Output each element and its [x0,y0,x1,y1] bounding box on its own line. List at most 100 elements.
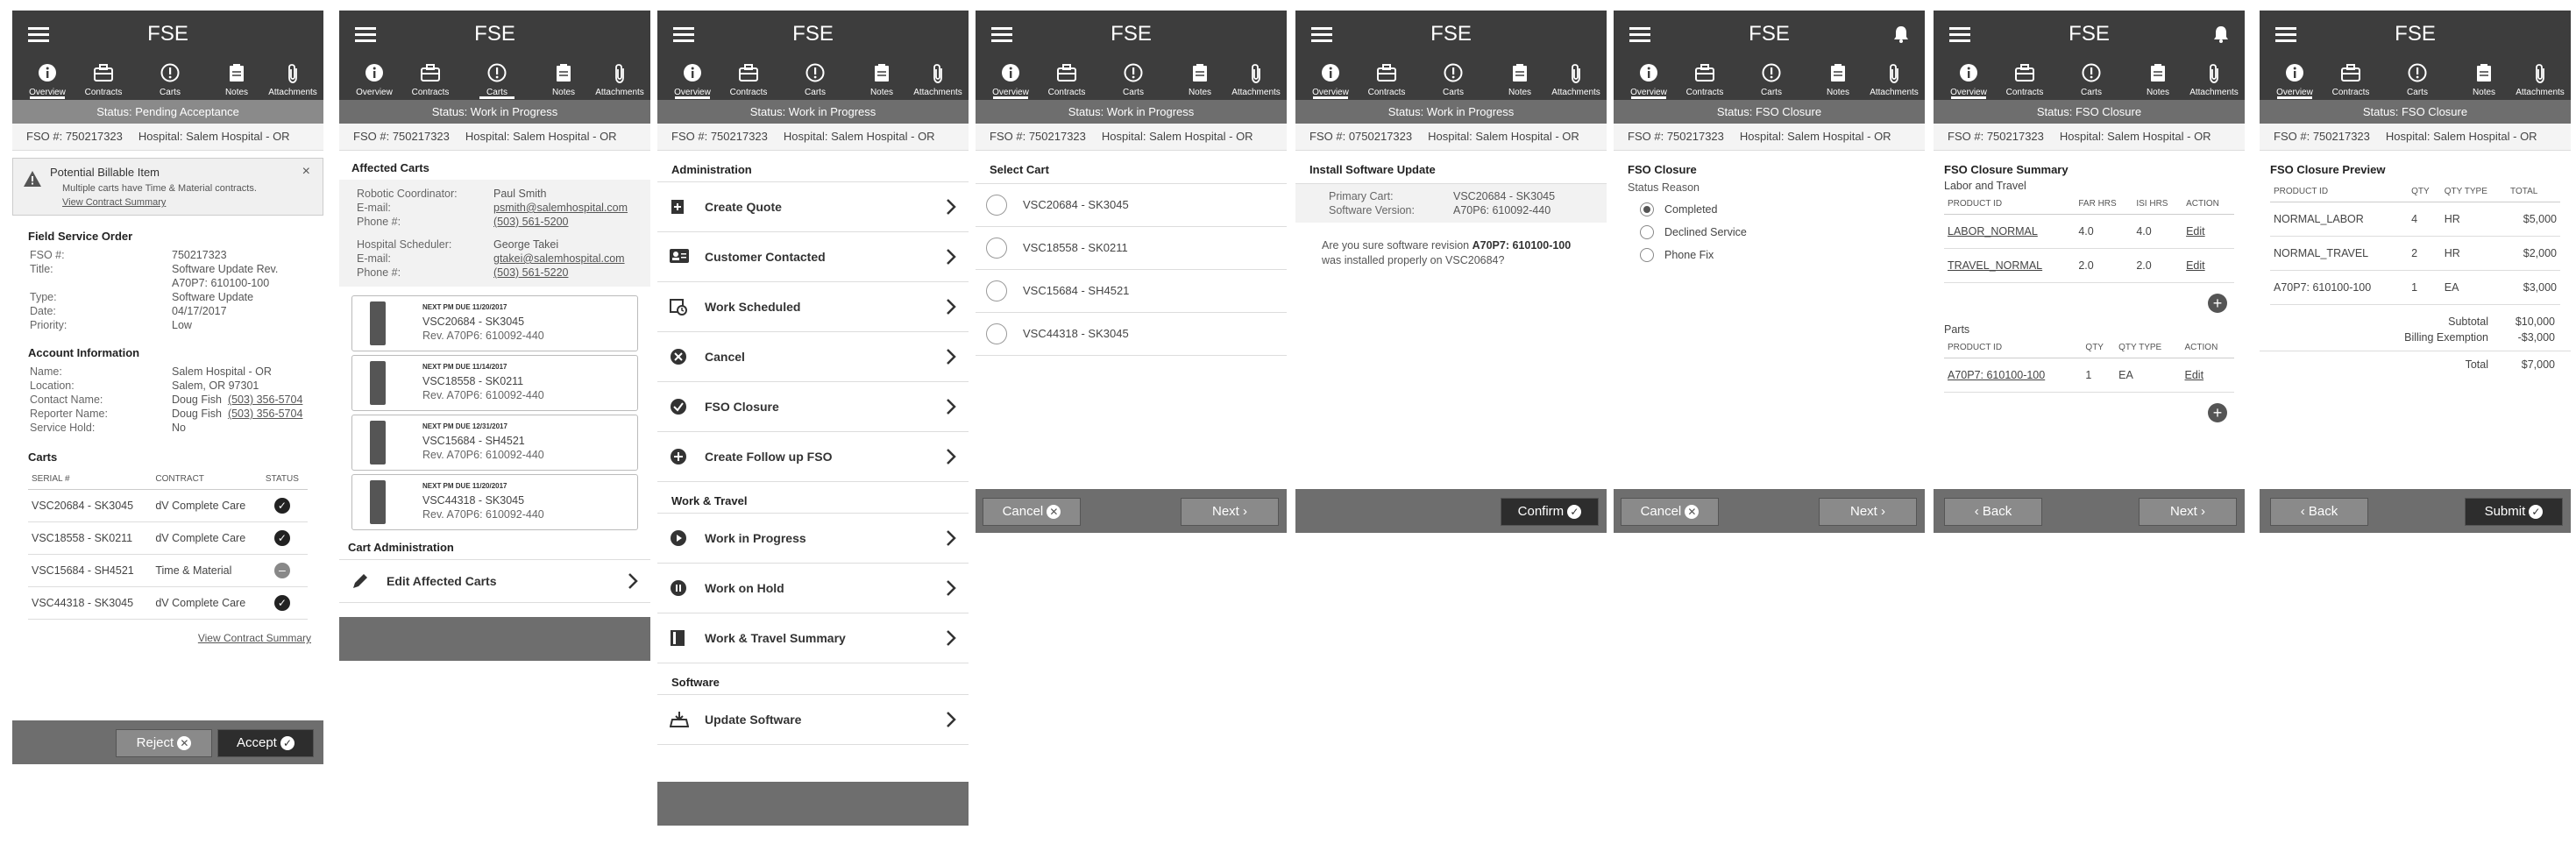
tab-notes[interactable]: Notes [210,58,263,97]
radio-button[interactable] [986,323,1007,344]
edit-link[interactable]: Edit [2182,248,2234,283]
table-row[interactable]: VSC15684 - SH4521 Time & Material – [28,554,308,587]
cancel-button[interactable]: Cancel ✕ [983,498,1081,526]
radio-button[interactable] [986,280,1007,301]
menu-item-work-scheduled[interactable]: Work Scheduled [657,282,969,332]
tab-attachments[interactable]: Attachments [593,58,646,97]
product-id-link[interactable]: TRAVEL_NORMAL [1944,248,2076,283]
tab-attachments[interactable]: Attachments [912,58,964,97]
next-button[interactable]: Next › [1181,498,1279,526]
tab-overview[interactable]: Overview [1622,58,1675,99]
tab-carts[interactable]: Carts [2391,58,2444,97]
cart-card[interactable]: NEXT PM DUE 12/31/2017 VSC15684 - SH4521 R… [351,415,638,471]
back-button[interactable]: ‹ Back [2270,498,2368,526]
close-icon[interactable]: × [302,164,310,180]
tab-attachments[interactable]: Attachments [266,58,319,97]
menu-item-create-quote[interactable]: Create Quote [657,182,969,232]
accept-button[interactable]: Accept ✓ [217,729,314,757]
tab-overview[interactable]: Overview [666,58,719,99]
radio-button[interactable] [1640,202,1654,216]
add-labor-button[interactable]: + [2208,294,2227,313]
scheduler-email-link[interactable]: gtakei@salemhospital.com [493,252,625,265]
add-part-button[interactable]: + [2208,403,2227,422]
tab-contracts[interactable]: Contracts [722,58,775,97]
tab-overview[interactable]: Overview [1304,58,1357,99]
product-id-link[interactable]: A70P7: 610100-100 [1944,358,2083,393]
cancel-button[interactable]: Cancel ✕ [1621,498,1719,526]
table-row[interactable]: VSC18558 - SK0211 dV Complete Care ✓ [28,521,308,555]
scheduler-phone-link[interactable]: (503) 561-5220 [493,266,568,279]
tab-carts[interactable]: Carts [1745,58,1798,97]
tab-contracts[interactable]: Contracts [1678,58,1731,97]
tab-overview[interactable]: Overview [21,58,74,99]
tab-carts[interactable]: Carts [471,58,523,99]
alert-contract-link[interactable]: View Contract Summary [62,197,166,208]
edit-affected-carts-row[interactable]: Edit Affected Carts [339,559,650,603]
table-row[interactable]: VSC44318 - SK3045 dV Complete Care ✓ [28,586,308,620]
coordinator-phone-link[interactable]: (503) 561-5200 [493,216,568,228]
edit-link[interactable]: Edit [2182,214,2234,249]
tab-carts[interactable]: Carts [144,58,196,97]
menu-item-customer-contacted[interactable]: Customer Contacted [657,232,969,282]
tab-notes[interactable]: Notes [1494,58,1546,97]
reporter-phone-link[interactable]: (503) 356-5704 [228,408,302,420]
next-button[interactable]: Next › [1819,498,1917,526]
next-button[interactable]: Next › [2139,498,2237,526]
confirm-button[interactable]: Confirm ✓ [1501,498,1599,526]
tab-notes[interactable]: Notes [855,58,908,97]
cart-option[interactable]: VSC15684 - SH4521 [976,270,1287,313]
tab-carts[interactable]: Carts [1427,58,1480,97]
tab-notes[interactable]: Notes [537,58,590,97]
tab-carts[interactable]: Carts [789,58,841,97]
menu-item-update-software[interactable]: Update Software [657,695,969,745]
tab-carts[interactable]: Carts [2065,58,2118,97]
tab-notes[interactable]: Notes [1174,58,1226,97]
tab-contracts[interactable]: Contracts [404,58,457,97]
status-reason-option[interactable]: Declined Service [1614,222,1925,245]
tab-attachments[interactable]: Attachments [2514,58,2566,97]
tab-contracts[interactable]: Contracts [2324,58,2377,97]
reject-button[interactable]: Reject ✕ [116,729,212,757]
tab-notes[interactable]: Notes [2132,58,2184,97]
cart-option[interactable]: VSC20684 - SK3045 [976,184,1287,227]
tab-contracts[interactable]: Contracts [1360,58,1413,97]
cart-card[interactable]: NEXT PM DUE 11/20/2017 VSC44318 - SK3045 R… [351,474,638,530]
back-button[interactable]: ‹ Back [1944,498,2042,526]
tab-overview[interactable]: Overview [984,58,1037,99]
status-reason-option[interactable]: Phone Fix [1614,245,1925,267]
tab-attachments[interactable]: Attachments [1550,58,1602,97]
tab-contracts[interactable]: Contracts [1040,58,1093,97]
tab-notes[interactable]: Notes [1812,58,1864,97]
radio-button[interactable] [1640,225,1654,239]
tab-overview[interactable]: Overview [2268,58,2321,99]
menu-item-work-travel-summary[interactable]: Work & Travel Summary [657,613,969,663]
radio-button[interactable] [1640,248,1654,262]
bell-icon[interactable] [2213,25,2229,43]
tab-attachments[interactable]: Attachments [1230,58,1282,97]
table-row[interactable]: VSC20684 - SK3045 dV Complete Care ✓ [28,489,308,522]
cart-option[interactable]: VSC44318 - SK3045 [976,313,1287,356]
menu-item-work-in-progress[interactable]: Work in Progress [657,514,969,564]
cart-card[interactable]: NEXT PM DUE 11/14/2017 VSC18558 - SK0211 R… [351,355,638,411]
status-reason-option[interactable]: Completed [1614,199,1925,222]
tab-attachments[interactable]: Attachments [1868,58,1920,97]
menu-item-fso-closure[interactable]: FSO Closure [657,382,969,432]
menu-item-create-follow-up-fso[interactable]: Create Follow up FSO [657,432,969,482]
contract-summary-link[interactable]: View Contract Summary [12,620,323,644]
edit-link[interactable]: Edit [2181,358,2234,393]
tab-overview[interactable]: Overview [1942,58,1995,99]
bell-icon[interactable] [1893,25,1909,43]
tab-carts[interactable]: Carts [1107,58,1160,97]
tab-notes[interactable]: Notes [2458,58,2510,97]
tab-attachments[interactable]: Attachments [2188,58,2240,97]
product-id-link[interactable]: LABOR_NORMAL [1944,214,2076,249]
tab-contracts[interactable]: Contracts [1998,58,2051,97]
tab-overview[interactable]: Overview [348,58,401,97]
cart-option[interactable]: VSC18558 - SK0211 [976,227,1287,270]
radio-button[interactable] [986,238,1007,259]
tab-contracts[interactable]: Contracts [77,58,130,97]
cart-card[interactable]: NEXT PM DUE 11/20/2017 VSC20684 - SK3045 R… [351,295,638,351]
menu-item-cancel[interactable]: Cancel [657,332,969,382]
menu-item-work-on-hold[interactable]: Work on Hold [657,564,969,613]
coordinator-email-link[interactable]: psmith@salemhospital.com [493,202,628,214]
